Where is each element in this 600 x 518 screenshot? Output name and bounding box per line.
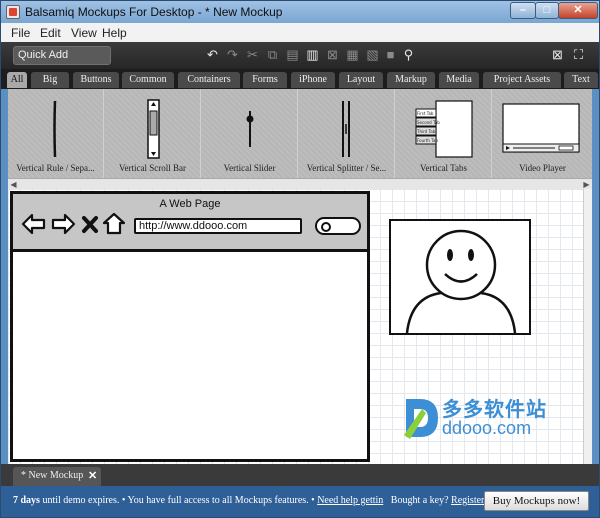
library-item-label: Video Player [519,163,566,173]
vertical-tab-label: Second Tab [417,120,440,125]
library-item-vertical-tabs[interactable]: First Tab Second Tab Third Tab Fourth Ta… [396,89,492,178]
tab-containers[interactable]: Containers [178,72,240,88]
vertical-tabs-icon: First Tab Second Tab Third Tab Fourth Ta… [415,100,473,158]
library-item-label: Vertical Splitter / Se... [306,163,387,173]
component-library: Vertical Rule / Sepa... Vertical Scroll … [8,89,592,178]
clipboard-icon[interactable]: ▥ [305,47,320,62]
close-button[interactable]: ✕ [558,2,598,19]
forward-arrow-icon[interactable] [50,212,76,236]
tab-layout[interactable]: Layout [339,72,383,88]
undo-icon[interactable]: ↶ [205,47,220,62]
demo-status-text: 7 days until demo expires. • You have fu… [13,495,491,506]
document-tabs: * New Mockup ✕ [1,464,599,486]
library-item-vertical-splitter[interactable]: Vertical Splitter / Se... [299,89,395,178]
status-message: until demo expires. • You have full acce… [39,495,318,506]
vertical-rule-icon [53,100,57,158]
vertical-splitter-icon [342,101,350,157]
copy-icon[interactable]: ⧉ [265,47,280,62]
quick-add-input[interactable]: Quick Add [13,46,111,65]
category-tabs: All Big Buttons Common Containers Forms … [1,69,599,89]
close-tab-icon[interactable]: ✕ [88,469,97,482]
library-item-vertical-slider[interactable]: Vertical Slider [202,89,298,178]
tab-label: * New Mockup [21,470,84,481]
vertical-slider-icon [246,111,254,147]
title-bar: Balsamiq Mockups For Desktop - * New Moc… [1,1,599,23]
bought-key-text: Bought a key? [383,495,452,506]
browser-toolbar: A Web Page http://www.ddooo.com [13,194,367,252]
tab-project-assets[interactable]: Project Assets [483,72,561,88]
redo-icon[interactable]: ↷ [225,47,240,62]
tab-new-mockup[interactable]: * New Mockup ✕ [13,467,101,486]
menu-file[interactable]: File [11,26,30,40]
paste-icon[interactable]: ▤ [285,47,300,62]
ungroup-icon[interactable]: ▧ [365,47,380,62]
tab-forms[interactable]: Forms [243,72,287,88]
home-icon[interactable] [103,212,125,236]
browser-title: A Web Page [159,198,221,210]
tab-markup[interactable]: Markup [387,72,435,88]
window-title: Balsamiq Mockups For Desktop - * New Moc… [25,5,283,19]
stop-icon[interactable] [81,212,99,236]
vertical-scrollbar-icon [147,99,160,159]
image-placeholder[interactable] [389,219,531,335]
tab-buttons[interactable]: Buttons [73,72,119,88]
vertical-tab-label: First Tab [417,111,434,116]
library-item-label: Vertical Scroll Bar [119,163,186,173]
app-icon [6,5,20,19]
watermark: 多多软件站 ddooo.com [402,393,562,443]
user-avatar-icon [405,229,517,333]
tab-common[interactable]: Common [122,72,174,88]
group-icon[interactable]: ▦ [345,47,360,62]
vertical-tab-label: Fourth Tab [417,138,438,143]
library-item-label: Vertical Rule / Sepa... [16,163,95,173]
tab-iphone[interactable]: iPhone [291,72,335,88]
close-mockup-icon[interactable]: ⊠ [550,47,565,62]
buy-mockups-button[interactable]: Buy Mockups now! [484,491,589,511]
status-bar: 7 days until demo expires. • You have fu… [1,486,599,517]
browser-window-mockup[interactable]: A Web Page http://www.ddooo.com [10,191,370,462]
watermark-en-text: ddooo.com [442,418,532,438]
tab-text[interactable]: Text [564,72,598,88]
search-icon[interactable]: ⚲ [401,47,416,62]
delete-icon[interactable]: ⊠ [325,47,340,62]
back-arrow-icon[interactable] [21,212,47,236]
url-input[interactable]: http://www.ddooo.com [134,218,302,234]
menu-bar: File Edit View Help [1,23,599,43]
menu-edit[interactable]: Edit [40,26,61,40]
vertical-tab-label: Third Tab [416,129,436,134]
canvas-scrollbar[interactable] [583,189,592,464]
library-item-label: Vertical Slider [223,163,276,173]
library-item-video-player[interactable]: Video Player [493,89,592,178]
tab-media[interactable]: Media [439,72,479,88]
search-field[interactable] [315,217,361,235]
help-link[interactable]: Need help gettin [317,495,383,506]
mockup-canvas[interactable]: A Web Page http://www.ddooo.com 多多软件站 dd… [8,189,592,464]
library-item-vertical-rule[interactable]: Vertical Rule / Sepa... [8,89,104,178]
tab-all[interactable]: All [7,72,27,88]
minimize-button[interactable]: – [510,2,536,19]
menu-view[interactable]: View [71,26,97,40]
tab-big[interactable]: Big [31,72,69,88]
cut-icon[interactable]: ✂ [245,47,260,62]
video-player-icon [502,103,580,153]
library-item-label: Vertical Tabs [420,163,467,173]
fullscreen-icon[interactable]: ⛶ [571,47,586,62]
watermark-logo-icon [404,399,438,439]
menu-help[interactable]: Help [102,26,127,40]
app-window: Balsamiq Mockups For Desktop - * New Moc… [0,0,600,518]
library-item-vertical-scroll-bar[interactable]: Vertical Scroll Bar [105,89,201,178]
days-remaining: 7 days [13,495,40,506]
toolbar: Quick Add ↶ ↷ ✂ ⧉ ▤ ▥ ⊠ ▦ ▧ ■ ⚲ ⊠ ⛶ [1,42,599,69]
maximize-button[interactable]: □ [535,2,559,19]
lock-icon[interactable]: ■ [383,47,398,62]
